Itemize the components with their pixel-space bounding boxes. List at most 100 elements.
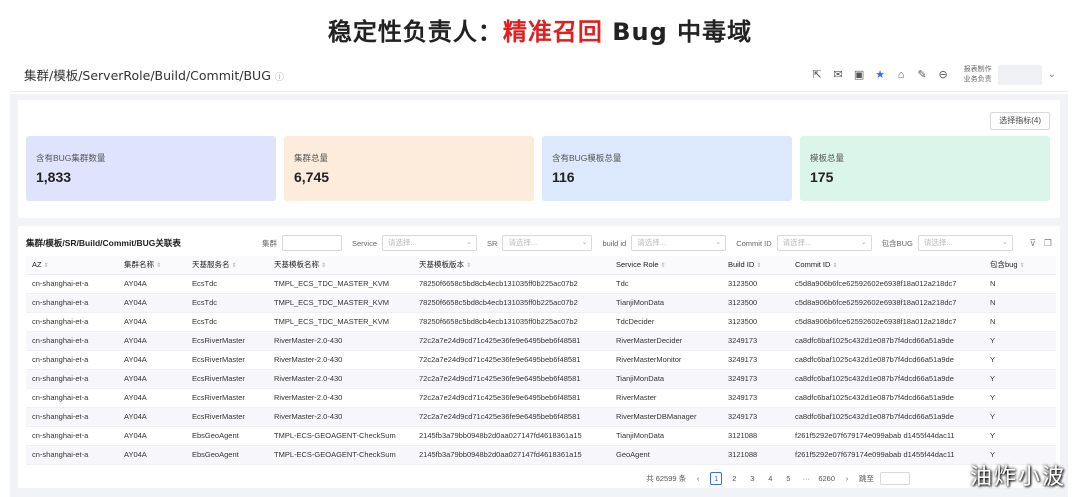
service-select[interactable]: 请选择... ⌄ [382, 235, 478, 251]
slide-title-part2: Bug 中毒域 [602, 18, 753, 46]
col-header-cluster[interactable]: 集群名称 ⇕ [118, 256, 186, 275]
table-tools: ⊽ ❐ [1029, 238, 1052, 249]
filter-icon[interactable]: ⊽ [1029, 238, 1036, 249]
page-2[interactable]: 2 [728, 474, 740, 483]
chevron-down-icon[interactable]: ⌄ [1048, 69, 1056, 80]
dashboard-window: 集群/模板/ServerRole/Build/Commit/BUG ⓘ ⇱ ✉ ▣… [10, 58, 1068, 497]
page-last[interactable]: 6260 [818, 474, 835, 483]
cell-contains-bug: Y [984, 426, 1056, 446]
cell-cluster: AY04A [118, 445, 186, 465]
sort-icon[interactable]: ⇕ [44, 263, 49, 269]
page-ellipsis[interactable]: ··· [800, 474, 812, 483]
select-metrics-button[interactable]: 选择指标(4) [990, 112, 1050, 130]
stat-value: 116 [552, 169, 575, 185]
table-row[interactable]: cn-shanghai-et-a AY04A EcsRiverMaster River… [26, 388, 1056, 408]
cell-template-name: TMPL_ECS_TDC_MASTER_KVM [268, 293, 413, 313]
info-icon[interactable]: ⓘ [275, 73, 284, 83]
filter-label-commit-id: Commit ID [736, 238, 772, 248]
sort-icon[interactable]: ⇕ [232, 263, 237, 269]
next-page-icon[interactable]: › [841, 474, 853, 483]
sort-icon[interactable]: ⇕ [1020, 263, 1025, 269]
chevron-down-icon: ⌄ [466, 239, 473, 246]
cell-cluster: AY04A [118, 388, 186, 408]
cluster-filter-input[interactable] [282, 235, 342, 251]
table-row[interactable]: cn-shanghai-et-a AY04A EcsRiverMaster River… [26, 369, 1056, 389]
cell-template-version: 72c2a7e24d9cd71c425e36fe9e6495beb6f48581 [413, 369, 610, 389]
inbox-icon[interactable]: ⌂ [891, 66, 912, 84]
copy-icon[interactable]: ❐ [1044, 238, 1052, 249]
col-header-commit-id[interactable]: Commit ID ⇕ [789, 256, 984, 275]
table-row[interactable]: cn-shanghai-et-a AY04A EcsTdc TMPL_ECS_TDC_… [26, 293, 1056, 313]
slide-title-part1: 稳定性负责人： [327, 18, 503, 46]
col-header-label: 天基服务名 [192, 260, 230, 270]
cell-commit-id: ca8dfc6baf1025c432d1e087b7f4dcd66a51a9de [789, 350, 984, 370]
cell-service-name: EcsRiverMaster [186, 331, 268, 351]
prev-page-icon[interactable]: ‹ [692, 474, 704, 483]
col-header-contains-bug[interactable]: 包含bug ⇕ [984, 256, 1056, 275]
cell-cluster: AY04A [118, 369, 186, 389]
build-id-select[interactable]: 请选择... ⌄ [631, 235, 727, 251]
page-1[interactable]: 1 [710, 471, 723, 485]
commit-id-select-placeholder: 请选择... [782, 238, 812, 247]
col-header-az[interactable]: AZ ⇕ [26, 256, 118, 275]
col-header-template-version[interactable]: 天基模板版本 ⇕ [413, 256, 610, 275]
table-row[interactable]: cn-shanghai-et-a AY04A EcsRiverMaster River… [26, 331, 1056, 351]
col-header-service-name[interactable]: 天基服务名 ⇕ [186, 256, 268, 275]
chevron-down-icon: ⌄ [1002, 239, 1008, 246]
cell-az: cn-shanghai-et-a [26, 293, 118, 313]
cell-service-role: TdcDecider [610, 312, 722, 332]
cell-contains-bug: Y [984, 350, 1056, 370]
col-header-label: 天基模板名称 [274, 260, 319, 270]
cell-az: cn-shanghai-et-a [26, 407, 118, 427]
sort-icon[interactable]: ⇕ [321, 263, 326, 269]
jump-page-input[interactable] [880, 471, 910, 485]
star-icon[interactable]: ★ [870, 66, 891, 84]
cell-contains-bug: N [984, 274, 1056, 294]
avatar[interactable] [997, 64, 1042, 85]
cell-az: cn-shanghai-et-a [26, 312, 118, 332]
pagination: 共 62599 条 ‹ 1 2 3 4 5 ··· 6260 › 跳至 [18, 468, 1060, 488]
share-icon[interactable]: ⇱ [807, 66, 828, 84]
sort-icon[interactable]: ⇕ [466, 263, 471, 269]
edit-icon[interactable]: ✎ [912, 66, 933, 84]
breadcrumb-text: 集群/模板/ServerRole/Build/Commit/BUG [24, 68, 271, 83]
image-icon[interactable]: ▣ [849, 66, 870, 84]
cell-template-name: TMPL-ECS-GEOAGENT-CheckSum [268, 426, 413, 446]
sort-icon[interactable]: ⇕ [756, 263, 761, 269]
contains-bug-select[interactable]: 请选择... ⌄ [917, 235, 1013, 251]
sr-select[interactable]: 请选择... ⌄ [502, 235, 593, 251]
owner-line-1: 报表制作 [963, 65, 992, 73]
commit-id-select[interactable]: 请选择... ⌄ [776, 235, 872, 251]
table-row[interactable]: cn-shanghai-et-a AY04A EbsGeoAgent TMPL-ECS… [26, 445, 1056, 465]
cell-template-name: RiverMaster-2.0-430 [268, 350, 413, 370]
sort-icon[interactable]: ⇕ [156, 263, 161, 269]
table-row[interactable]: cn-shanghai-et-a AY04A EcsRiverMaster River… [26, 407, 1056, 427]
stat-value: 175 [810, 169, 834, 185]
minus-circle-icon[interactable]: ⊖ [933, 66, 954, 84]
cell-contains-bug: Y [984, 369, 1056, 389]
stat-value: 1,833 [36, 169, 72, 185]
col-header-label: 集群名称 [124, 260, 154, 270]
mail-icon[interactable]: ✉ [828, 66, 849, 84]
col-header-label: Build ID [728, 260, 755, 270]
page-4[interactable]: 4 [764, 474, 776, 483]
watermark: 油炸小波 [969, 465, 1066, 490]
cell-az: cn-shanghai-et-a [26, 274, 118, 294]
table-row[interactable]: cn-shanghai-et-a AY04A EcsRiverMaster River… [26, 350, 1056, 370]
owner-info: 报表制作 业务负责 [964, 65, 994, 85]
cell-az: cn-shanghai-et-a [26, 369, 118, 389]
table-row[interactable]: cn-shanghai-et-a AY04A EbsGeoAgent TMPL-ECS… [26, 426, 1056, 446]
col-header-label: Service Role [616, 260, 659, 270]
cell-cluster: AY04A [118, 426, 186, 446]
sort-icon[interactable]: ⇕ [661, 263, 666, 269]
page-3[interactable]: 3 [746, 474, 758, 483]
page-5[interactable]: 5 [782, 474, 794, 483]
table-row[interactable]: cn-shanghai-et-a AY04A EcsTdc TMPL_ECS_TDC_… [26, 312, 1056, 332]
col-header-template-name[interactable]: 天基模板名称 ⇕ [268, 256, 413, 275]
col-header-service-role[interactable]: Service Role ⇕ [610, 256, 722, 275]
table-row[interactable]: cn-shanghai-et-a AY04A EcsTdc TMPL_ECS_TDC_… [26, 274, 1056, 294]
col-header-build-id[interactable]: Build ID ⇕ [722, 256, 789, 275]
cell-build-id: 3123500 [722, 274, 789, 294]
sort-icon[interactable]: ⇕ [832, 263, 837, 269]
cell-build-id: 3121088 [722, 445, 789, 465]
